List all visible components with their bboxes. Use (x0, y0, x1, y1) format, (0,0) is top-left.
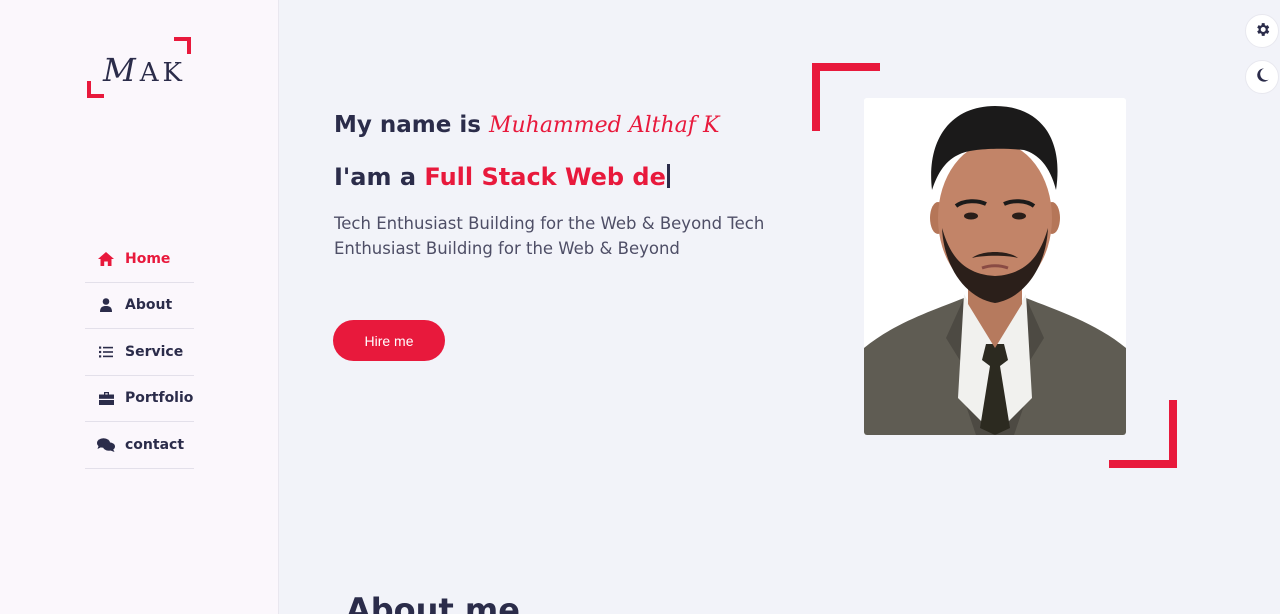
user-icon (97, 296, 115, 314)
nav-item-portfolio[interactable]: Portfolio (85, 376, 194, 422)
nav-item-home[interactable]: Home (85, 236, 194, 283)
home-icon (97, 250, 115, 268)
theme-toggle-button[interactable] (1245, 60, 1279, 94)
logo[interactable]: MAK (87, 37, 191, 98)
hero-role: I'am a Full Stack Web de (334, 163, 670, 191)
hero-name: Muhammed Althaf K (488, 113, 720, 138)
nav-item-contact[interactable]: contact (85, 422, 194, 469)
nav-label: About (125, 297, 173, 314)
gear-icon (1254, 21, 1271, 42)
hire-me-button[interactable]: Hire me (333, 320, 445, 361)
briefcase-icon (97, 389, 115, 407)
moon-icon (1254, 67, 1270, 87)
logo-text: MAK (103, 51, 186, 89)
logo-corner-bottom-left (87, 81, 104, 98)
list-icon (97, 343, 115, 361)
nav-item-about[interactable]: About (85, 283, 194, 329)
nav-item-service[interactable]: Service (85, 329, 194, 376)
chat-icon (97, 436, 115, 454)
nav-label: Home (125, 250, 171, 267)
nav-label: Portfolio (125, 390, 194, 407)
settings-button[interactable] (1245, 14, 1279, 48)
about-section-heading: About me (346, 591, 520, 614)
nav-label: contact (125, 436, 185, 453)
main-nav: Home About Service Portfolio contact (85, 236, 194, 469)
nav-label: Service (125, 343, 184, 360)
sidebar: MAK Home About Service Portfolio contact (0, 0, 279, 614)
profile-photo (864, 98, 1126, 435)
hero-intro: My name is Muhammed Althaf K (334, 112, 720, 138)
typing-cursor (666, 164, 670, 188)
typed-role: Full Stack Web de (424, 163, 666, 191)
hero-description: Tech Enthusiast Building for the Web & B… (334, 214, 765, 258)
